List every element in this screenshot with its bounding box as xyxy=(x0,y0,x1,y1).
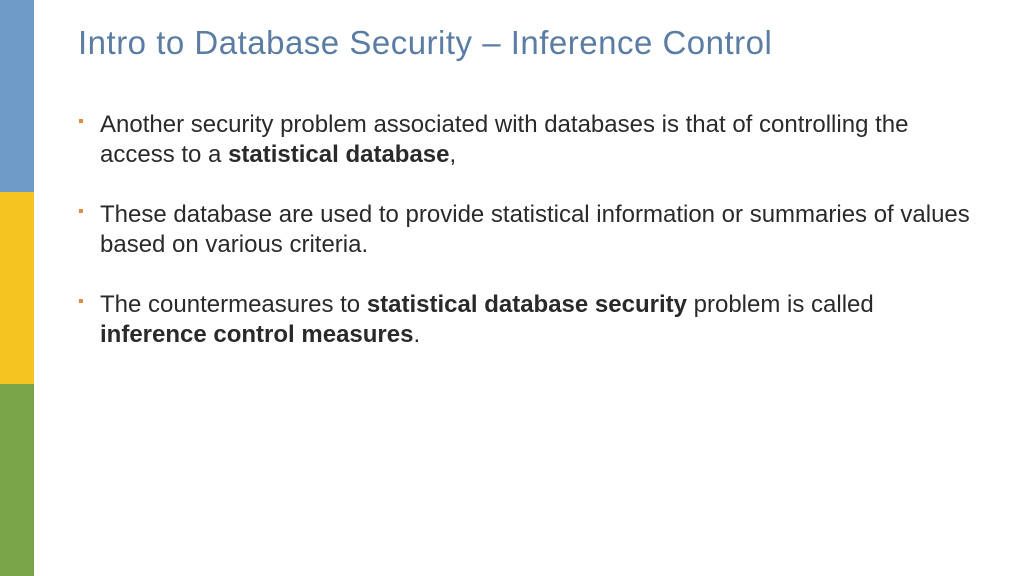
bullet-item: These database are used to provide stati… xyxy=(78,200,984,260)
bullet-text: The countermeasures to xyxy=(100,291,367,318)
color-sidebar xyxy=(0,0,34,576)
bullet-text: These database are used to provide stati… xyxy=(100,201,970,258)
bullet-item: Another security problem associated with… xyxy=(78,110,984,170)
slide-content: Intro to Database Security – Inference C… xyxy=(78,24,984,380)
bullet-text: Another security problem associated with… xyxy=(100,111,908,168)
bullet-text: . xyxy=(413,321,420,348)
bullet-text: , xyxy=(450,141,457,168)
bullet-text: problem is called xyxy=(687,291,874,318)
bullet-bold: inference control measures xyxy=(100,321,413,348)
sidebar-block-green xyxy=(0,384,34,576)
sidebar-block-blue xyxy=(0,0,34,192)
bullet-bold: statistical database security xyxy=(367,291,687,318)
bullet-item: The countermeasures to statistical datab… xyxy=(78,290,984,350)
sidebar-block-yellow xyxy=(0,192,34,384)
slide-title: Intro to Database Security – Inference C… xyxy=(78,24,984,62)
bullet-list: Another security problem associated with… xyxy=(78,110,984,350)
bullet-bold: statistical database xyxy=(228,141,449,168)
